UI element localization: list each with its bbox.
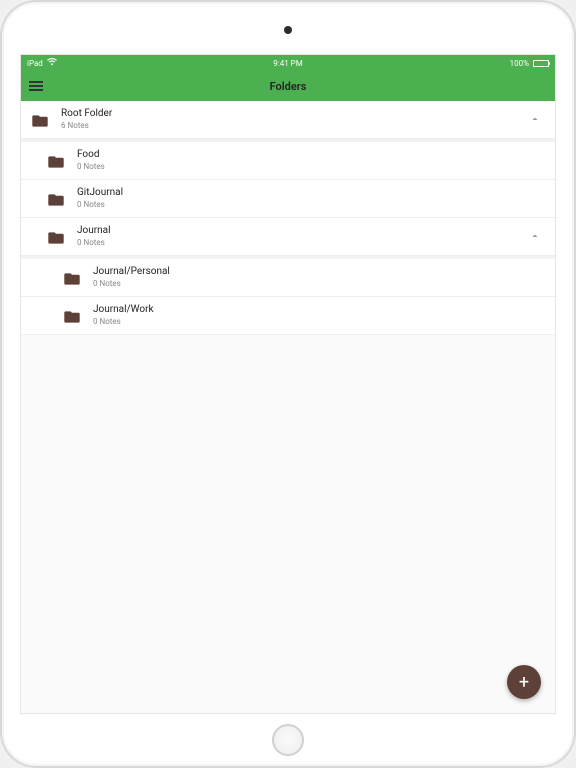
camera-dot (284, 26, 292, 34)
add-button[interactable]: + (507, 665, 541, 699)
status-bar: iPad 9:41 PM 100% (21, 55, 555, 71)
folder-subtitle: 0 Notes (93, 317, 545, 327)
folder-name: Journal/Personal (93, 266, 545, 278)
folder-subtitle: 0 Notes (77, 200, 545, 210)
tablet-frame: iPad 9:41 PM 100% Folders Root Folder 6 … (0, 0, 576, 768)
folder-subtitle: 0 Notes (77, 238, 525, 248)
home-button[interactable] (272, 724, 304, 756)
plus-icon: + (519, 672, 529, 693)
folder-icon (47, 192, 65, 206)
folder-row[interactable]: Food 0 Notes (21, 142, 555, 180)
folder-icon (63, 309, 81, 323)
screen: iPad 9:41 PM 100% Folders Root Folder 6 … (20, 54, 556, 714)
status-time: 9:41 PM (21, 59, 555, 68)
folder-icon (47, 154, 65, 168)
folder-name: GitJournal (77, 187, 545, 199)
folder-row[interactable]: Journal 0 Notes (21, 218, 555, 256)
folder-name: Journal/Work (93, 304, 545, 316)
chevron-up-icon[interactable] (525, 227, 545, 246)
folder-row[interactable]: Journal/Personal 0 Notes (21, 259, 555, 297)
folder-row[interactable]: Journal/Work 0 Notes (21, 297, 555, 335)
folder-name: Journal (77, 225, 525, 237)
folder-list: Root Folder 6 Notes Food 0 Notes GitJour… (21, 101, 555, 335)
folder-name: Food (77, 149, 545, 161)
page-title: Folders (21, 80, 555, 93)
folder-subtitle: 0 Notes (77, 162, 545, 172)
menu-button[interactable] (21, 71, 51, 101)
folder-icon (47, 230, 65, 244)
battery-icon (533, 60, 549, 67)
folder-subtitle: 0 Notes (93, 279, 545, 289)
folder-icon (63, 271, 81, 285)
folder-name: Root Folder (61, 108, 525, 120)
folder-row[interactable]: GitJournal 0 Notes (21, 180, 555, 218)
folder-subtitle: 6 Notes (61, 121, 525, 131)
app-bar: Folders (21, 71, 555, 101)
folder-row[interactable]: Root Folder 6 Notes (21, 101, 555, 139)
chevron-up-icon[interactable] (525, 110, 545, 129)
folder-icon (31, 113, 49, 127)
